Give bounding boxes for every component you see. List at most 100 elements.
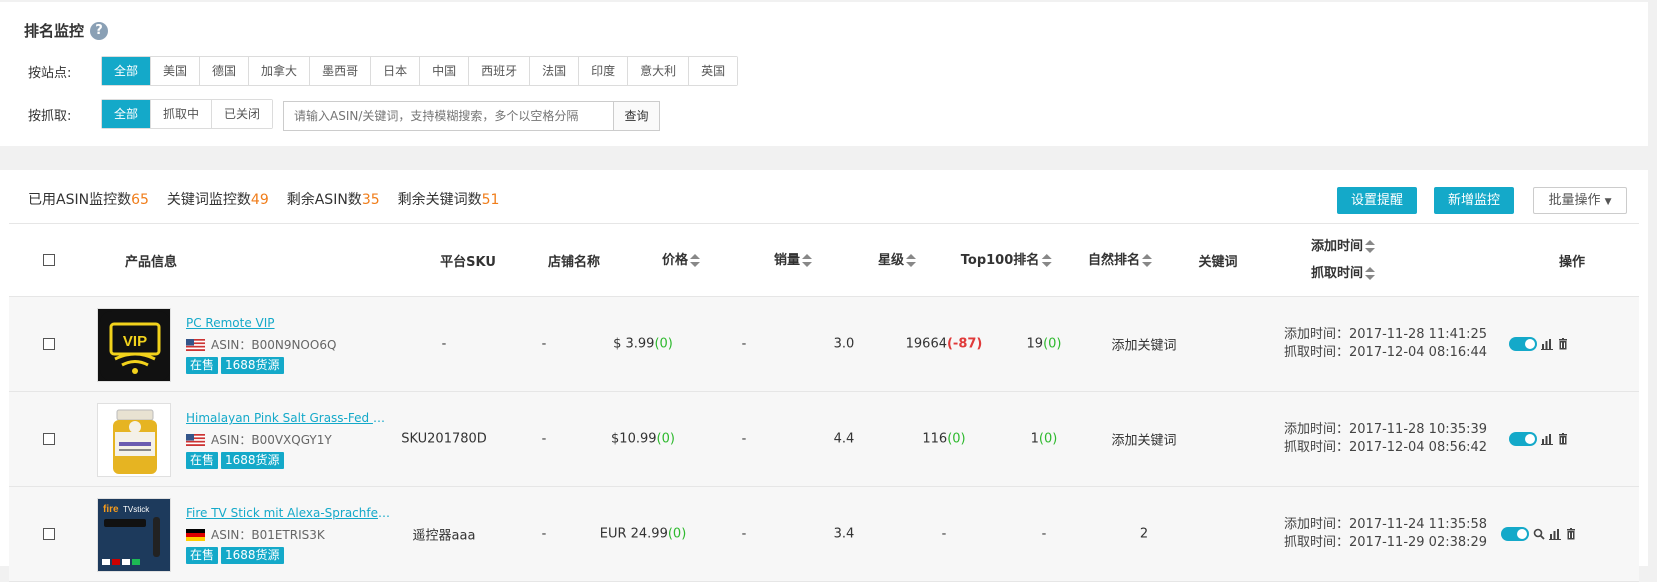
trash-icon[interactable]	[1565, 528, 1577, 540]
added-time: 添加时间：2017-11-28 11:41:25	[1284, 327, 1488, 342]
set-alert-button[interactable]: 设置提醒	[1337, 187, 1418, 214]
crawl-option-all[interactable]: 全部	[102, 100, 152, 128]
col-sales-label: 销量	[773, 253, 801, 268]
trash-icon[interactable]	[1557, 338, 1569, 350]
price-change: (0)	[654, 336, 673, 352]
price-value: $10.99	[611, 431, 657, 447]
row-operations	[1509, 337, 1569, 351]
keyword-count-cell[interactable]: 2	[1140, 527, 1148, 542]
search-icon[interactable]	[1533, 528, 1545, 540]
site-option-us[interactable]: 美国	[151, 57, 201, 85]
fetched-time: 抓取时间：2017-11-29 02:38:29	[1284, 535, 1488, 550]
search-box: 查询	[283, 101, 660, 131]
batch-operations-dropdown[interactable]: 批量操作 ▼	[1533, 187, 1627, 214]
col-top100[interactable]: Top100排名	[961, 249, 1052, 268]
stars-cell: 4.4	[833, 431, 855, 447]
us-flag-icon	[186, 338, 205, 351]
bar-chart-icon[interactable]	[1549, 528, 1561, 540]
row-checkbox[interactable]	[43, 528, 55, 540]
source-badge[interactable]: 1688货源	[221, 547, 284, 564]
help-icon[interactable]: ?	[90, 21, 109, 40]
site-option-mx[interactable]: 墨西哥	[310, 57, 372, 85]
add-keyword-link[interactable]: 添加关键词	[1111, 430, 1176, 449]
top100-change: (0)	[947, 431, 966, 447]
top100-cell: -	[942, 527, 947, 542]
row-checkbox[interactable]	[43, 433, 55, 445]
sku-cell: 遥控器aaa	[412, 528, 476, 544]
search-input[interactable]	[284, 102, 613, 130]
site-option-cn[interactable]: 中国	[420, 57, 470, 85]
us-flag-icon	[186, 433, 205, 446]
top100-value: -	[941, 526, 947, 542]
natural-change: (0)	[1043, 336, 1062, 352]
monitor-toggle[interactable]	[1501, 527, 1529, 541]
caret-down-icon: ▼	[1604, 197, 1612, 207]
added-time: 添加时间：2017-11-28 10:35:39	[1284, 422, 1488, 437]
fire-tv-stick-image: fire TVstick	[98, 499, 170, 571]
col-sku: 平台SKU	[440, 255, 496, 270]
bar-chart-icon[interactable]	[1541, 338, 1553, 350]
asin-left-label: 剩余ASIN数	[286, 192, 362, 208]
site-option-fr[interactable]: 法国	[530, 57, 580, 85]
asin-used-stat: 已用ASIN监控数65	[28, 189, 149, 209]
monitor-toggle[interactable]	[1509, 432, 1537, 446]
site-option-uk[interactable]: 英国	[689, 57, 738, 85]
site-option-jp[interactable]: 日本	[371, 57, 421, 85]
trash-icon[interactable]	[1557, 433, 1569, 445]
table-row: Himalayan Pink Salt Grass-Fed Ghee... AS…	[9, 392, 1639, 487]
col-sales[interactable]: 销量	[773, 249, 813, 268]
ghee-jar-image	[98, 404, 170, 476]
search-button[interactable]: 查询	[613, 102, 659, 130]
keyword-left-stat: 剩余关键词数51	[398, 189, 500, 209]
site-option-all[interactable]: 全部	[102, 57, 152, 85]
source-badge[interactable]: 1688货源	[221, 357, 284, 374]
col-stars[interactable]: 星级	[878, 249, 917, 268]
table-row: VIP PC Remote VIP ASIN： B00N9NOO6Q 在售 16…	[9, 297, 1639, 392]
crawl-option-active[interactable]: 抓取中	[151, 100, 213, 128]
site-option-de[interactable]: 德国	[200, 57, 250, 85]
bar-chart-icon[interactable]	[1541, 433, 1553, 445]
price-cell: $10.99(0)	[611, 432, 675, 447]
product-name-link[interactable]: Himalayan Pink Salt Grass-Fed Ghee...	[186, 411, 391, 425]
asin-label: ASIN：	[211, 338, 252, 352]
row-checkbox[interactable]	[43, 338, 55, 350]
time-info: 添加时间：2017-11-28 11:41:25 抓取时间：2017-12-04…	[1284, 326, 1487, 362]
site-option-ca[interactable]: 加拿大	[249, 57, 311, 85]
stars-cell: 3.0	[833, 336, 855, 352]
select-all-checkbox[interactable]	[43, 254, 55, 266]
monitor-toggle[interactable]	[1509, 337, 1537, 351]
source-badge[interactable]: 1688货源	[221, 452, 284, 469]
product-tags: 在售 1688货源	[186, 357, 284, 374]
add-monitor-button[interactable]: 新增监控	[1434, 187, 1515, 214]
natural-value: 19	[1026, 336, 1044, 352]
product-name-link[interactable]: PC Remote VIP	[186, 316, 275, 330]
filter-panel: 排名监控 ? 按站点: 全部 美国 德国 加拿大 墨西哥 日本 中国 西班牙 法…	[0, 2, 1648, 146]
col-price[interactable]: 价格	[661, 249, 701, 268]
product-name-link[interactable]: Fire TV Stick mit Alexa-Sprachfernbe...	[186, 506, 391, 520]
product-thumbnail[interactable]	[97, 403, 171, 477]
site-filter-row: 按站点: 全部 美国 德国 加拿大 墨西哥 日本 中国 西班牙 法国 印度 意大…	[28, 56, 739, 86]
asin-left-count: 35	[361, 192, 380, 208]
asin-used-count: 65	[131, 192, 149, 208]
col-added-time[interactable]: 添加时间	[1311, 235, 1376, 254]
crawl-button-group: 全部 抓取中 已关闭	[101, 99, 274, 129]
crawl-option-closed[interactable]: 已关闭	[212, 100, 273, 128]
col-natural-rank[interactable]: 自然排名	[1088, 249, 1153, 268]
sort-icon	[906, 253, 917, 268]
natural-change: (0)	[1038, 431, 1058, 447]
site-option-in[interactable]: 印度	[579, 57, 629, 85]
product-thumbnail[interactable]: VIP	[97, 308, 171, 382]
add-keyword-link[interactable]: 添加关键词	[1111, 335, 1176, 354]
site-option-it[interactable]: 意大利	[628, 57, 690, 85]
product-tags: 在售 1688货源	[186, 547, 284, 564]
site-option-es[interactable]: 西班牙	[469, 57, 531, 85]
crawl-filter-label: 按抓取:	[28, 108, 72, 124]
on-sale-badge: 在售	[186, 357, 219, 374]
product-thumbnail[interactable]: fire TVstick	[97, 498, 171, 572]
page-title: 排名监控 ?	[24, 20, 109, 41]
keyword-left-count: 51	[481, 192, 500, 208]
col-fetched-time[interactable]: 抓取时间	[1311, 262, 1376, 281]
col-price-label: 价格	[661, 253, 689, 268]
row-operations	[1501, 527, 1577, 541]
sort-icon	[1365, 266, 1376, 281]
